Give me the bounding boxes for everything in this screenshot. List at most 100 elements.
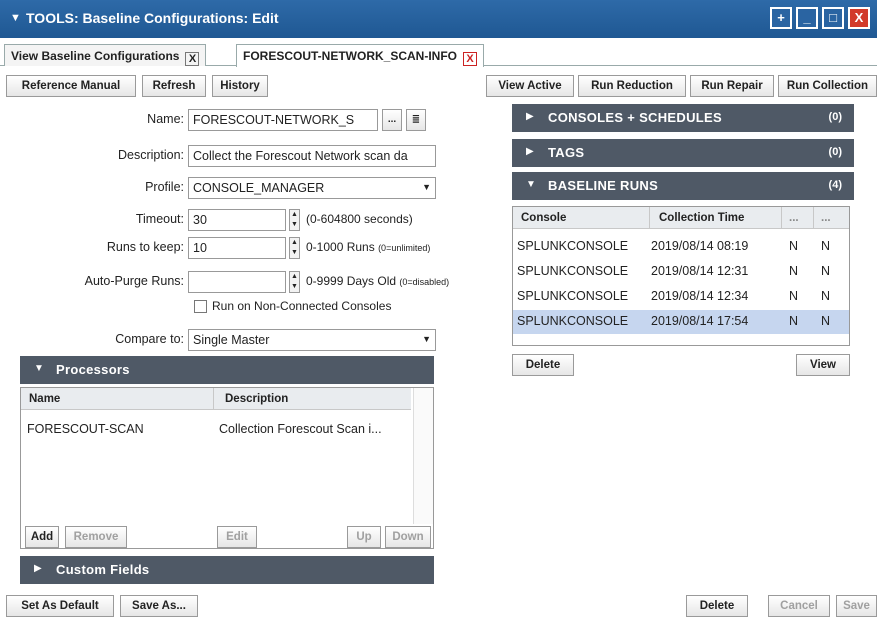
auto-purge-stepper[interactable]: ▲ ▼	[289, 271, 300, 293]
tab-label: View Baseline Configurations	[11, 49, 180, 63]
remove-button[interactable]: Remove	[65, 526, 127, 548]
expand-triangle-icon: ▼	[34, 363, 44, 374]
window-titlebar: ▼ TOOLS: Baseline Configurations: Edit +…	[0, 0, 877, 38]
auto-purge-label: Auto-Purge Runs:	[84, 274, 184, 288]
delete-config-button[interactable]: Delete	[686, 595, 748, 617]
processors-table-header: Name Description	[21, 388, 411, 410]
expand-triangle-icon: ▼	[526, 179, 536, 190]
auto-purge-field[interactable]	[188, 271, 286, 293]
consoles-title: CONSOLES + SCHEDULES	[548, 110, 722, 125]
processor-name: FORESCOUT-SCAN	[27, 422, 144, 436]
column-header-console[interactable]: Console	[521, 212, 566, 224]
down-button[interactable]: Down	[385, 526, 431, 548]
column-header-name[interactable]: Name	[29, 393, 60, 405]
table-row[interactable]: SPLUNKCONSOLE 2019/08/14 12:34 N N	[513, 285, 849, 309]
tab-forescout-network-scan-info[interactable]: FORESCOUT-NETWORK_SCAN-INFO X	[236, 44, 484, 67]
run-collection-time: 2019/08/14 12:34	[651, 289, 749, 303]
baseline-runs-table: Console Collection Time ... ... SPLUNKCO…	[512, 206, 850, 346]
baseline-runs-count: (4)	[828, 179, 842, 191]
name-more-button[interactable]: ...	[382, 109, 402, 131]
dropdown-arrow-icon: ▼	[422, 182, 431, 192]
run-flag-2: N	[821, 289, 831, 303]
custom-fields-section-header[interactable]: ▶ Custom Fields	[20, 556, 434, 584]
column-header-description[interactable]: Description	[225, 393, 288, 405]
up-button[interactable]: Up	[347, 526, 381, 548]
timeout-stepper[interactable]: ▲ ▼	[289, 209, 300, 231]
runs-hint-main: 0-1000 Runs	[306, 240, 375, 254]
run-flag-2: N	[821, 264, 831, 278]
timeout-field[interactable]: 30	[188, 209, 286, 231]
tags-section-header[interactable]: ▶ TAGS (0)	[512, 139, 854, 167]
name-label: Name:	[147, 112, 184, 126]
collapsed-triangle-icon: ▶	[34, 563, 42, 574]
runs-to-keep-label: Runs to keep:	[106, 240, 184, 254]
tab-bar: View Baseline Configurations X FORESCOUT-…	[0, 40, 877, 67]
edit-button[interactable]: Edit	[217, 526, 257, 548]
cancel-button[interactable]: Cancel	[768, 595, 830, 617]
timeout-label: Timeout:	[135, 212, 184, 226]
table-row-selected[interactable]: SPLUNKCONSOLE 2019/08/14 17:54 N N	[513, 310, 849, 334]
table-row[interactable]: FORESCOUT-SCAN Collection Forescout Scan…	[21, 420, 411, 440]
column-header-extra-1[interactable]: ...	[789, 212, 799, 224]
run-console: SPLUNKCONSOLE	[517, 289, 629, 303]
close-window-button[interactable]: X	[848, 7, 870, 29]
reference-manual-button[interactable]: Reference Manual	[6, 75, 136, 97]
close-tab-icon[interactable]: X	[463, 52, 477, 66]
delete-run-button[interactable]: Delete	[512, 354, 574, 376]
dropdown-arrow-icon: ▼	[422, 334, 431, 344]
minimize-button[interactable]: _	[796, 7, 818, 29]
tab-view-baseline-configurations[interactable]: View Baseline Configurations X	[4, 44, 207, 66]
runs-to-keep-hint: 0-1000 Runs (0=unlimited)	[306, 240, 430, 254]
run-collection-button[interactable]: Run Collection	[778, 75, 877, 97]
run-flag-1: N	[789, 289, 799, 303]
column-divider	[781, 207, 782, 229]
column-header-extra-2[interactable]: ...	[821, 212, 831, 224]
run-repair-button[interactable]: Run Repair	[690, 75, 774, 97]
add-button[interactable]: Add	[25, 526, 59, 548]
maximize-button[interactable]: □	[822, 7, 844, 29]
autopurge-hint-main: 0-9999 Days Old	[306, 274, 397, 288]
view-active-button[interactable]: View Active	[486, 75, 574, 97]
refresh-button[interactable]: Refresh	[142, 75, 206, 97]
autopurge-hint-small: (0=disabled)	[399, 277, 450, 287]
table-row[interactable]: SPLUNKCONSOLE 2019/08/14 12:31 N N	[513, 260, 849, 284]
run-collection-time: 2019/08/14 17:54	[651, 314, 749, 328]
run-reduction-button[interactable]: Run Reduction	[578, 75, 686, 97]
processors-section-header[interactable]: ▼ Processors	[20, 356, 434, 384]
column-divider	[813, 207, 814, 229]
name-field[interactable]: FORESCOUT-NETWORK_S	[188, 109, 378, 131]
set-as-default-button[interactable]: Set As Default	[6, 595, 114, 617]
compare-to-label: Compare to:	[115, 332, 184, 346]
run-console: SPLUNKCONSOLE	[517, 264, 629, 278]
scrollbar[interactable]	[413, 388, 433, 524]
consoles-schedules-section-header[interactable]: ▶ CONSOLES + SCHEDULES (0)	[512, 104, 854, 132]
compare-to-value: Single Master	[193, 333, 270, 347]
history-button[interactable]: History	[212, 75, 268, 97]
processors-table: Name Description FORESCOUT-SCAN Collecti…	[20, 387, 434, 549]
collapse-triangle-icon[interactable]: ▼	[10, 12, 21, 24]
description-label: Description:	[118, 148, 184, 162]
save-as-button[interactable]: Save As...	[120, 595, 198, 617]
move-icon[interactable]: +	[770, 7, 792, 29]
close-tab-icon[interactable]: X	[185, 52, 200, 66]
collapsed-triangle-icon: ▶	[526, 146, 534, 157]
run-flag-1: N	[789, 239, 799, 253]
view-run-button[interactable]: View	[796, 354, 850, 376]
baseline-runs-title: BASELINE RUNS	[548, 178, 659, 193]
profile-value: CONSOLE_MANAGER	[193, 181, 325, 195]
description-field[interactable]: Collect the Forescout Network scan da	[188, 145, 436, 167]
baseline-runs-section-header[interactable]: ▼ BASELINE RUNS (4)	[512, 172, 854, 200]
baseline-runs-table-header: Console Collection Time ... ...	[513, 207, 849, 229]
document-icon[interactable]: ≣	[406, 109, 426, 131]
non-connected-checkbox[interactable]	[194, 300, 207, 313]
window-title: TOOLS: Baseline Configurations: Edit	[26, 10, 279, 26]
runs-to-keep-stepper[interactable]: ▲ ▼	[289, 237, 300, 259]
table-row[interactable]: SPLUNKCONSOLE 2019/08/14 08:19 N N	[513, 235, 849, 259]
column-divider	[649, 207, 650, 229]
save-button[interactable]: Save	[836, 595, 877, 617]
column-header-collection-time[interactable]: Collection Time	[659, 212, 744, 224]
consoles-count: (0)	[828, 111, 842, 123]
compare-to-select[interactable]: Single Master ▼	[188, 329, 436, 351]
runs-to-keep-field[interactable]: 10	[188, 237, 286, 259]
profile-select[interactable]: CONSOLE_MANAGER ▼	[188, 177, 436, 199]
